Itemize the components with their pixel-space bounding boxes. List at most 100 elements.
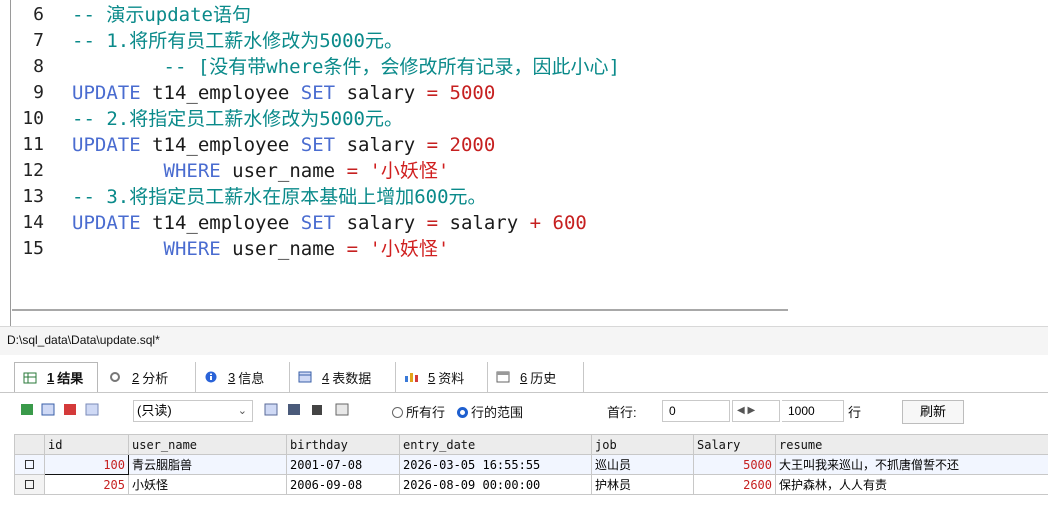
grid-icon	[23, 372, 37, 384]
tab-history[interactable]: 6 历史	[488, 362, 584, 392]
row-checkbox[interactable]	[14, 474, 45, 495]
comment: -- 1.将所有员工薪水修改为5000元。	[72, 30, 403, 52]
horizontal-scrollbar[interactable]	[12, 309, 788, 311]
radio-all-rows[interactable]: 所有行	[392, 402, 445, 422]
code-line: WHERE user_name = '小妖怪'	[72, 158, 1042, 184]
string-literal: '小妖怪'	[369, 238, 450, 260]
tab-label: 表数据	[332, 370, 372, 386]
result-toolbar: (只读) ⌄ 所有行 行的范围 首行: 0 ◀ ▶ 1000 行 刷新	[0, 394, 1048, 434]
radio-selected-icon	[457, 407, 468, 418]
identifier: salary	[335, 134, 427, 156]
tab-results[interactable]: 1 结果	[14, 362, 98, 392]
row-stepper[interactable]: ◀ ▶	[732, 400, 780, 422]
table-cell[interactable]: 大王叫我来巡山，不抓唐僧誓不还	[775, 454, 1048, 475]
header-corner	[14, 434, 45, 455]
table-row[interactable]: 205 小妖怪 2006-09-08 2026-08-09 00:00:00 护…	[14, 474, 1048, 495]
export-action-icons[interactable]	[264, 402, 374, 422]
column-header[interactable]: id	[44, 434, 129, 455]
table-cell[interactable]: 2026-08-09 00:00:00	[399, 474, 592, 495]
tab-table-data[interactable]: 4 表数据	[290, 362, 396, 392]
table-cell[interactable]: 小妖怪	[128, 474, 287, 495]
operator: =	[426, 212, 439, 234]
first-row-label: 首行:	[607, 405, 637, 420]
table-cell[interactable]: 205	[44, 474, 129, 495]
table-cell[interactable]: 100	[44, 454, 129, 475]
table-cell[interactable]: 保护森林，人人有责	[775, 474, 1048, 495]
gutter-divider	[10, 0, 11, 330]
code-line: WHERE user_name = '小妖怪'	[72, 236, 1042, 262]
operator: =	[346, 160, 359, 182]
row-checkbox[interactable]	[14, 454, 45, 475]
operator: +	[529, 212, 542, 234]
comment: -- 演示update语句	[72, 4, 251, 26]
keyword: SET	[300, 82, 336, 104]
rows-count-input[interactable]: 1000	[782, 400, 844, 422]
column-header[interactable]: Salary	[693, 434, 776, 455]
tab-label: 结果	[57, 371, 84, 386]
column-header[interactable]: birthday	[286, 434, 400, 455]
checkbox-icon	[25, 479, 34, 489]
identifier: salary	[335, 82, 427, 104]
tab-number: 5	[428, 369, 436, 385]
operator: =	[346, 238, 359, 260]
code-line: -- [没有带where条件，会修改所有记录，因此小心]	[72, 54, 1042, 80]
table-cell[interactable]: 2600	[693, 474, 776, 495]
column-header[interactable]: user_name	[128, 434, 287, 455]
rows-label: 行	[848, 405, 862, 420]
sql-editor[interactable]: 6 7 8 9 10 11 12 13 14 15 -- 演示update语句 …	[0, 0, 1048, 330]
code-line: -- 演示update语句	[72, 2, 1042, 28]
table-cell[interactable]: 2006-09-08	[286, 474, 400, 495]
tab-number: 4	[322, 369, 330, 385]
code-area[interactable]: -- 演示update语句 -- 1.将所有员工薪水修改为5000元。 -- […	[72, 2, 1042, 262]
chevron-down-icon: ⌄	[237, 405, 247, 417]
column-header[interactable]: resume	[775, 434, 1048, 455]
table-cell[interactable]: 巡山员	[591, 454, 694, 475]
readonly-select[interactable]: (只读) ⌄	[133, 400, 253, 422]
tab-profile[interactable]: 5 资料	[396, 362, 488, 392]
keyword: SET	[300, 212, 336, 234]
radio-row-range[interactable]: 行的范围	[457, 402, 523, 422]
table-cell[interactable]: 2026-03-05 16:55:55	[399, 454, 592, 475]
history-icon	[496, 371, 510, 383]
table-row[interactable]: 100 青云胭脂兽 2001-07-08 2026-03-05 16:55:55…	[14, 454, 1048, 475]
operator: =	[426, 82, 439, 104]
grid-action-icons[interactable]	[20, 402, 120, 422]
file-path: D:\sql_data\Data\update.sql*	[7, 333, 160, 347]
first-row-input[interactable]: 0	[662, 400, 730, 422]
keyword: WHERE	[163, 238, 221, 260]
string-literal: '小妖怪'	[369, 160, 450, 182]
operator: =	[426, 134, 439, 156]
comment: -- 3.将指定员工薪水在原本基础上增加600元。	[72, 186, 487, 208]
keyword: SET	[300, 134, 336, 156]
identifier: t14_employee	[140, 212, 301, 234]
refresh-button[interactable]: 刷新	[902, 400, 964, 424]
tab-label: 分析	[142, 370, 169, 386]
code-line: UPDATE t14_employee SET salary = 2000	[72, 132, 1042, 158]
result-grid[interactable]: id user_name birthday entry_date job Sal…	[14, 434, 1048, 495]
tab-analysis[interactable]: 2 分析	[100, 362, 196, 392]
table-cell[interactable]: 护林员	[591, 474, 694, 495]
result-tabs: 1 结果 2 分析 3 信息 4 表数据 5 资料 6 历史	[0, 360, 1048, 393]
number-literal: 2000	[449, 134, 496, 156]
identifier: t14_employee	[140, 134, 301, 156]
table-icon	[298, 371, 312, 383]
tab-info[interactable]: 3 信息	[196, 362, 290, 392]
profile-icon	[404, 371, 418, 383]
table-cell[interactable]: 5000	[693, 454, 776, 475]
checkbox-icon	[25, 459, 34, 469]
radio-icon	[392, 407, 403, 418]
column-header[interactable]: entry_date	[399, 434, 592, 455]
table-cell[interactable]: 2001-07-08	[286, 454, 400, 475]
number-literal: 5000	[449, 82, 496, 104]
tab-number: 3	[228, 369, 236, 385]
radio-label: 所有行	[406, 405, 446, 420]
number-literal: 600	[552, 212, 587, 234]
column-header[interactable]: job	[591, 434, 694, 455]
table-cell[interactable]: 青云胭脂兽	[128, 454, 287, 475]
